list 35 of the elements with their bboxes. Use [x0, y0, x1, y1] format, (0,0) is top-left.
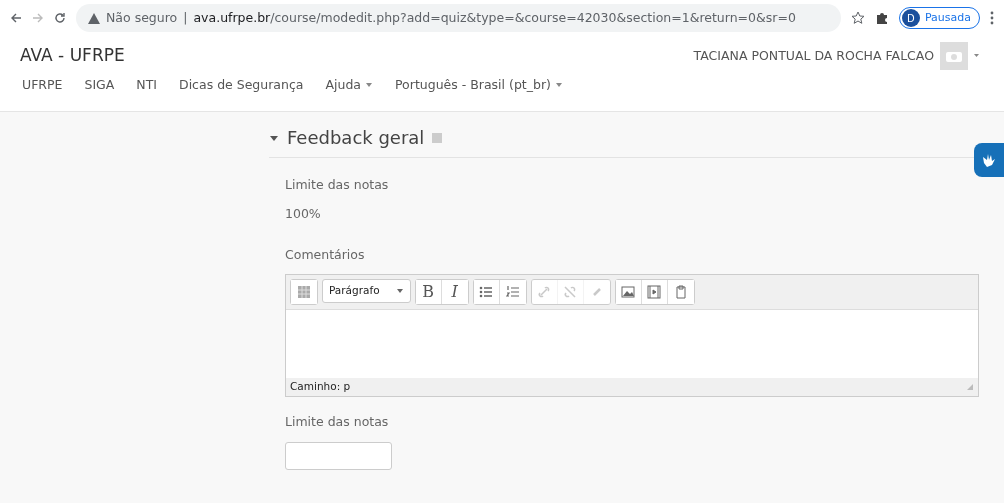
nav-link[interactable]: SIGA — [84, 76, 115, 95]
field-label: Limite das notas — [285, 413, 390, 431]
section-title[interactable]: Feedback geral — [287, 124, 425, 151]
caret-icon[interactable] — [395, 288, 404, 295]
caret-icon[interactable] — [554, 82, 563, 89]
format-dropdown[interactable]: Parágrafo — [322, 279, 411, 304]
menu-icon[interactable] — [990, 11, 994, 25]
field-label: Comentários — [285, 245, 366, 264]
field-label: Limite das notas — [285, 176, 390, 194]
dropdown-menu-link[interactable]: Português - Brasil (pt_br) — [395, 76, 551, 95]
url-text: ava.ufrpe.br/course/modedit.php?add=quiz&type=&course=42030&section=1&return=0&sr=0 — [193, 8, 796, 27]
back-icon[interactable] — [10, 12, 22, 24]
reload-icon[interactable] — [54, 12, 66, 24]
forward-icon[interactable] — [32, 12, 44, 24]
bullet-list-icon[interactable] — [473, 280, 500, 305]
bold-button[interactable]: B — [415, 280, 442, 305]
puzzle-icon[interactable] — [874, 11, 889, 25]
site-title[interactable]: AVA - UFRPE — [20, 43, 125, 69]
separator: | — [183, 8, 188, 27]
address-bar[interactable]: Não seguro | ava.ufrpe.br/course/modedit.php?add=quiz&type=&course=42030&section=1&return=0&sr=0 — [76, 4, 841, 32]
security-label: Não seguro — [106, 8, 178, 27]
star-icon[interactable] — [850, 11, 865, 25]
editor-path: Caminho: p — [290, 379, 351, 395]
nav-link[interactable]: Dicas de Segurança — [179, 76, 304, 95]
input-field[interactable] — [285, 441, 392, 470]
field-value: 100% — [285, 204, 322, 223]
accessibility-icon[interactable] — [974, 143, 1004, 177]
image-icon[interactable] — [615, 280, 642, 305]
user-name[interactable]: TACIANA PONTUAL DA ROCHA FALCAO — [693, 46, 934, 66]
grid-icon[interactable] — [291, 280, 317, 305]
nav-link[interactable]: NTI — [136, 76, 157, 95]
caret-icon[interactable] — [365, 82, 373, 89]
dropdown-menu-link[interactable]: Ajuda — [325, 76, 361, 95]
warning-icon — [88, 12, 100, 24]
nav-link[interactable]: UFRPE — [22, 76, 63, 95]
